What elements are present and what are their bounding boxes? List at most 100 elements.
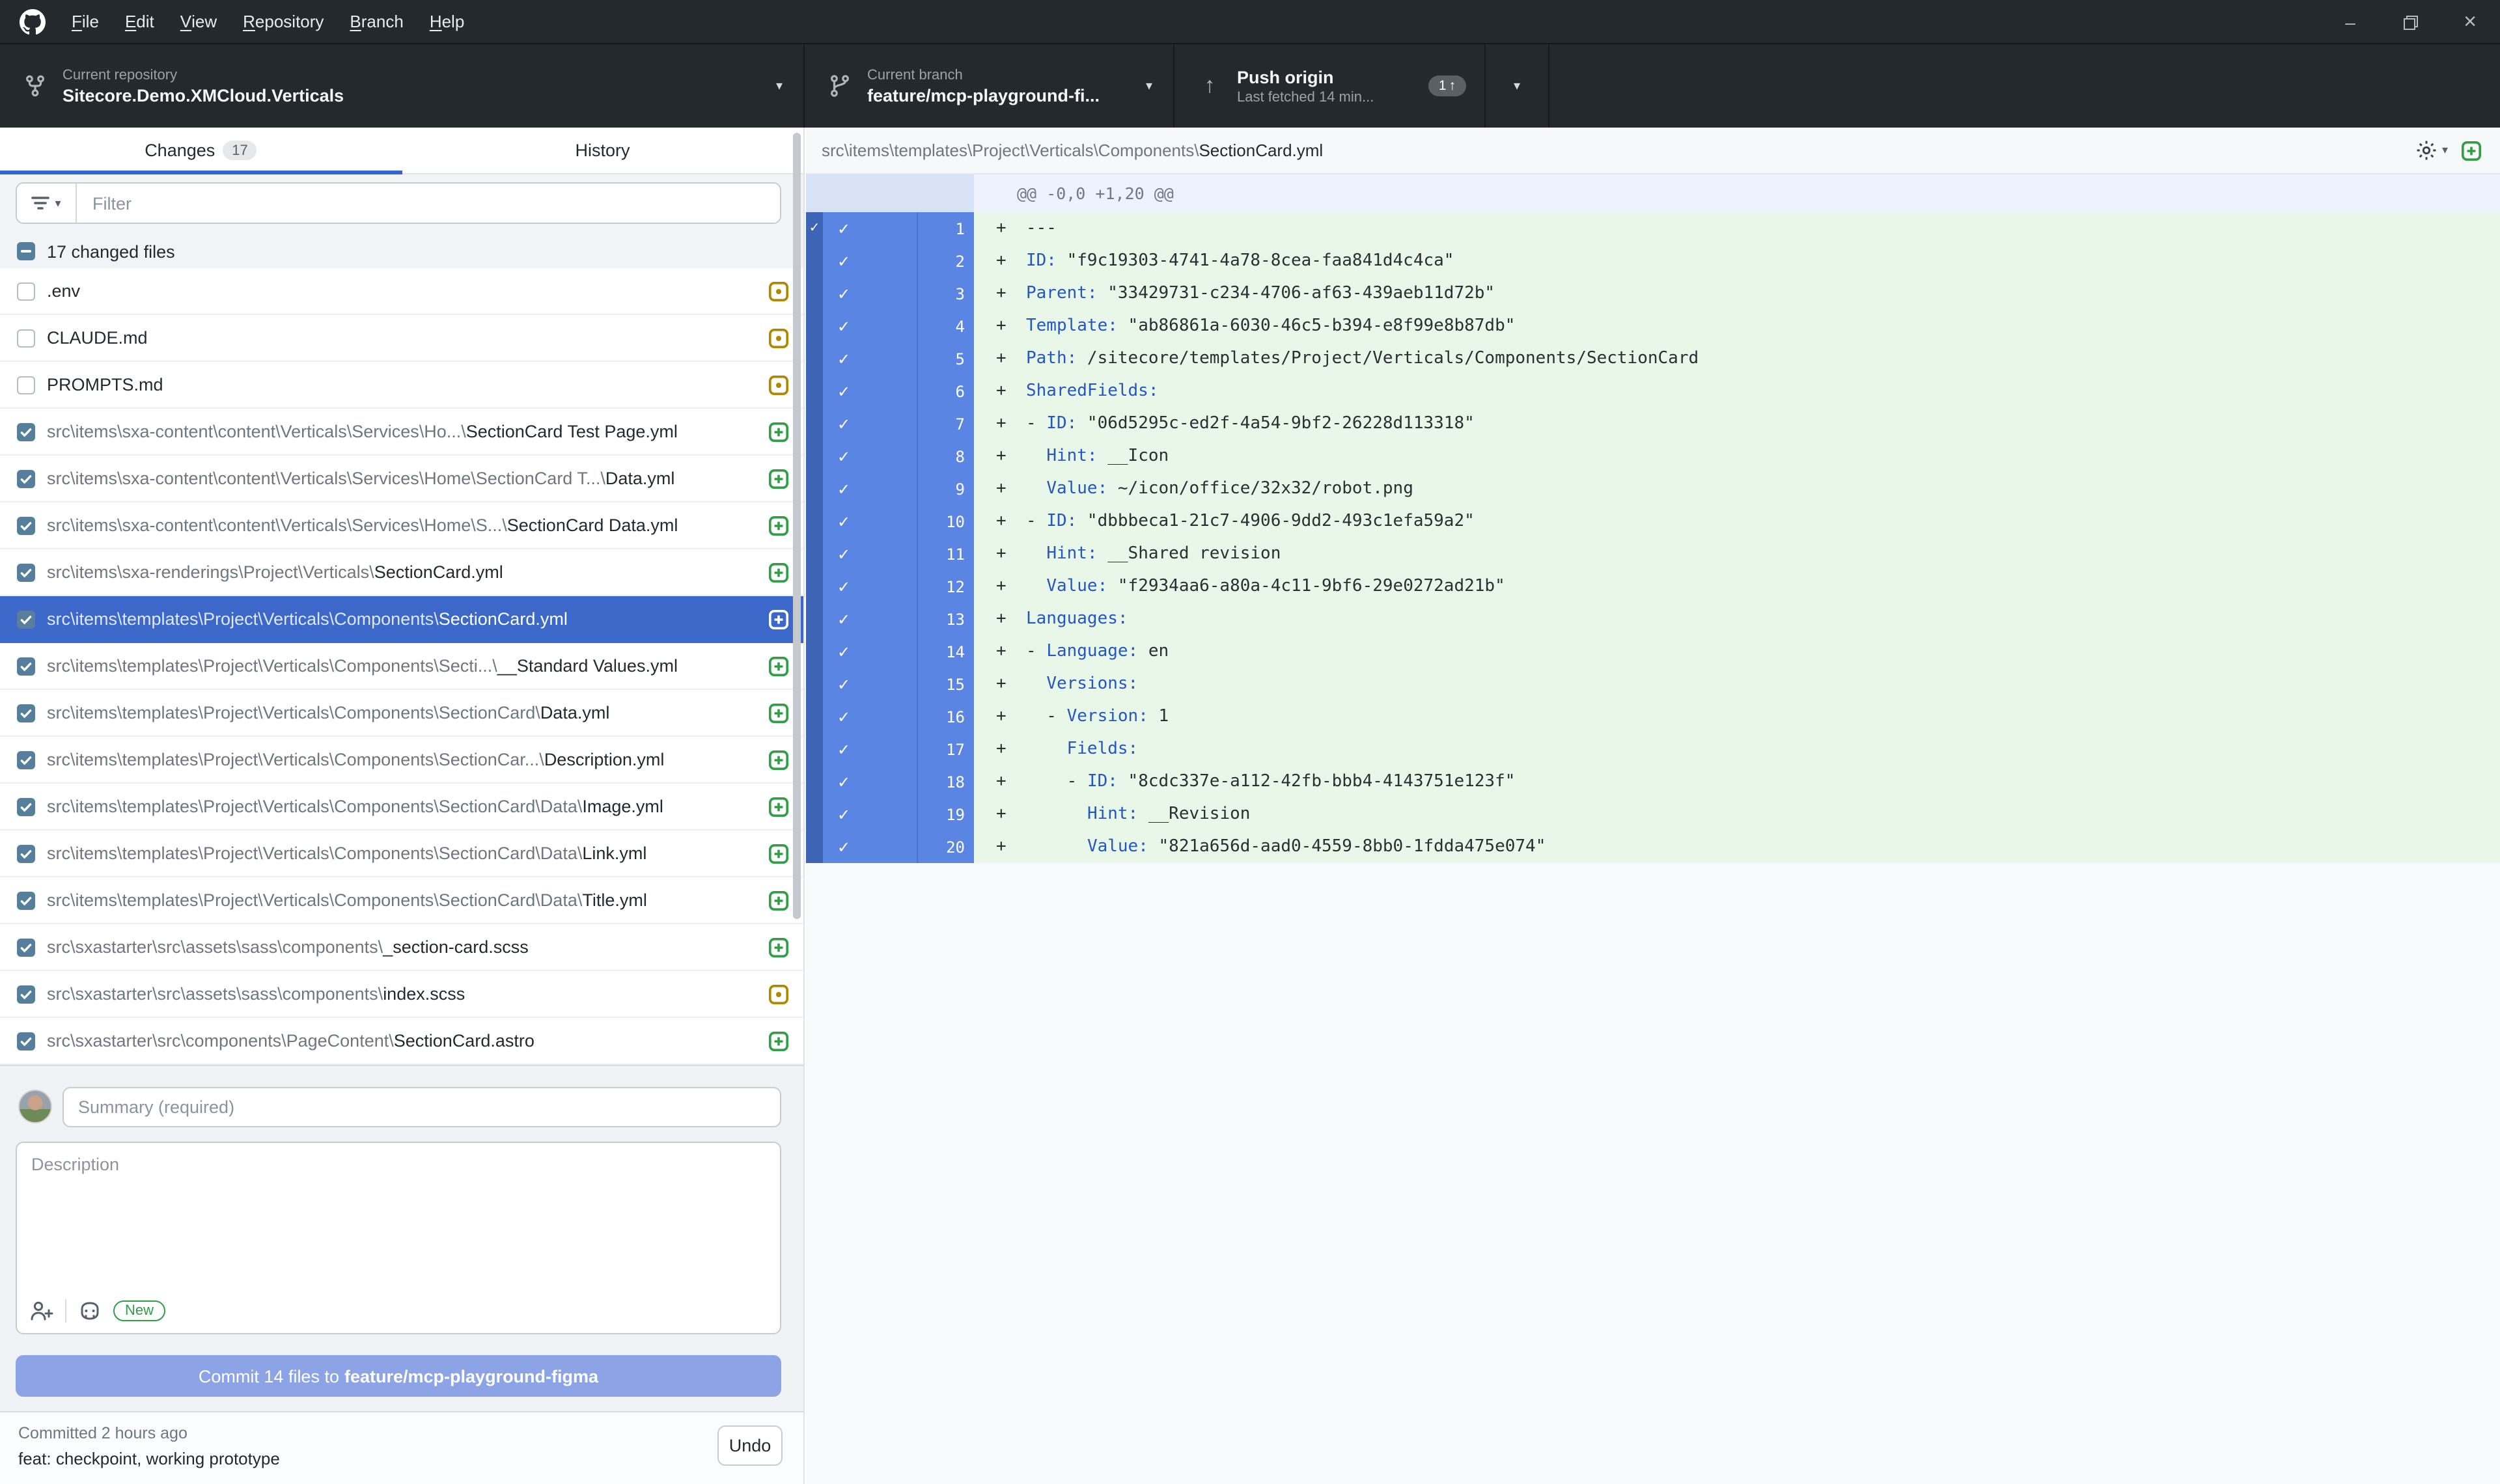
hunk-select-bar[interactable]: [806, 700, 823, 733]
hunk-select-bar[interactable]: [806, 440, 823, 473]
tab-changes[interactable]: Changes 17: [0, 128, 402, 173]
line-checkbox[interactable]: ✓: [823, 505, 917, 538]
file-row[interactable]: .env: [0, 268, 803, 315]
file-checkbox[interactable]: [17, 422, 35, 441]
file-checkbox[interactable]: [17, 1032, 35, 1050]
hunk-select-bar[interactable]: [806, 375, 823, 407]
maximize-button[interactable]: [2380, 0, 2440, 44]
file-row[interactable]: CLAUDE.md: [0, 315, 803, 362]
undo-button[interactable]: Undo: [717, 1425, 783, 1466]
file-row[interactable]: PROMPTS.md: [0, 362, 803, 409]
line-checkbox[interactable]: ✓: [823, 635, 917, 668]
hunk-select-bar[interactable]: [806, 831, 823, 863]
line-checkbox[interactable]: ✓: [823, 668, 917, 700]
hunk-select-bar[interactable]: [806, 668, 823, 700]
filter-input[interactable]: [77, 193, 780, 213]
add-coauthor-icon[interactable]: [30, 1299, 53, 1323]
menu-branch[interactable]: Branch: [337, 0, 416, 44]
hunk-select-bar[interactable]: [806, 407, 823, 440]
file-checkbox[interactable]: [17, 516, 35, 534]
line-checkbox[interactable]: ✓: [823, 310, 917, 342]
file-row[interactable]: src\items\sxa-renderings\Project\Vertica…: [0, 549, 803, 596]
hunk-select-bar[interactable]: [806, 538, 823, 570]
file-checkbox[interactable]: [17, 938, 35, 956]
line-checkbox[interactable]: ✓: [823, 407, 917, 440]
hunk-select-bar[interactable]: [806, 310, 823, 342]
tab-history[interactable]: History: [402, 128, 803, 173]
hunk-select-bar[interactable]: [806, 277, 823, 310]
select-all-checkbox[interactable]: [17, 242, 35, 260]
copilot-icon[interactable]: [78, 1299, 102, 1323]
file-row[interactable]: src\sxastarter\src\assets\sass\component…: [0, 924, 803, 971]
file-checkbox[interactable]: [17, 891, 35, 909]
hunk-select-bar[interactable]: [806, 505, 823, 538]
menu-help[interactable]: Help: [417, 0, 478, 44]
menu-view[interactable]: View: [167, 0, 230, 44]
file-row[interactable]: src\items\sxa-content\content\Verticals\…: [0, 456, 803, 502]
commit-description-input[interactable]: [17, 1143, 780, 1286]
file-row[interactable]: src\items\templates\Project\Verticals\Co…: [0, 877, 803, 924]
file-checkbox[interactable]: [17, 610, 35, 628]
file-checkbox[interactable]: [17, 844, 35, 862]
file-row[interactable]: src\items\templates\Project\Verticals\Co…: [0, 737, 803, 784]
filter-options-button[interactable]: ▾: [17, 184, 77, 223]
commit-summary-input[interactable]: [62, 1087, 781, 1127]
file-row[interactable]: src\items\sxa-content\content\Verticals\…: [0, 409, 803, 456]
file-list-scrollbar[interactable]: [793, 133, 801, 919]
file-checkbox[interactable]: [17, 563, 35, 581]
file-checkbox[interactable]: [17, 376, 35, 394]
file-checkbox[interactable]: [17, 750, 35, 769]
hunk-select-bar[interactable]: [806, 635, 823, 668]
line-checkbox[interactable]: ✓: [823, 570, 917, 603]
line-checkbox[interactable]: ✓: [823, 375, 917, 407]
line-checkbox[interactable]: ✓: [823, 277, 917, 310]
line-checkbox[interactable]: ✓: [823, 245, 917, 277]
menu-edit[interactable]: Edit: [112, 0, 167, 44]
line-checkbox[interactable]: ✓: [823, 473, 917, 505]
file-row[interactable]: src\items\templates\Project\Verticals\Co…: [0, 784, 803, 831]
minimize-button[interactable]: –: [2320, 0, 2380, 44]
hunk-select-bar[interactable]: [806, 342, 823, 375]
hunk-select-bar[interactable]: [806, 245, 823, 277]
file-row[interactable]: src\items\templates\Project\Verticals\Co…: [0, 596, 803, 643]
push-origin-button[interactable]: ↑ Push origin Last fetched 14 min... 1↑: [1174, 44, 1486, 128]
current-branch-button[interactable]: Current branch feature/mcp-playground-fi…: [805, 44, 1174, 128]
diff-options-button[interactable]: ▾: [2416, 139, 2448, 161]
file-row[interactable]: src\items\templates\Project\Verticals\Co…: [0, 831, 803, 877]
hunk-select-bar[interactable]: [806, 473, 823, 505]
line-checkbox[interactable]: ✓: [823, 603, 917, 635]
file-row[interactable]: src\items\templates\Project\Verticals\Co…: [0, 690, 803, 737]
hunk-select-bar[interactable]: [806, 798, 823, 831]
file-checkbox[interactable]: [17, 704, 35, 722]
commit-button[interactable]: Commit 14 files to feature/mcp-playgroun…: [16, 1355, 781, 1397]
close-button[interactable]: ×: [2440, 0, 2500, 44]
line-checkbox[interactable]: ✓: [823, 831, 917, 863]
file-row[interactable]: src\items\templates\Project\Verticals\Co…: [0, 643, 803, 690]
file-checkbox[interactable]: [17, 797, 35, 816]
hunk-select-bar[interactable]: [806, 733, 823, 765]
line-checkbox[interactable]: ✓: [823, 700, 917, 733]
line-checkbox[interactable]: ✓: [823, 733, 917, 765]
line-checkbox[interactable]: ✓: [823, 798, 917, 831]
file-row[interactable]: src\items\sxa-content\content\Verticals\…: [0, 502, 803, 549]
hunk-select-bar[interactable]: ✓: [806, 212, 823, 245]
file-checkbox[interactable]: [17, 657, 35, 675]
push-options-button[interactable]: ▾: [1486, 44, 1549, 128]
file-row[interactable]: src\sxastarter\src\components\PageConten…: [0, 1018, 803, 1065]
file-checkbox[interactable]: [17, 282, 35, 300]
menu-file[interactable]: File: [59, 0, 112, 44]
line-checkbox[interactable]: ✓: [823, 538, 917, 570]
file-row[interactable]: src\sxastarter\src\assets\sass\component…: [0, 971, 803, 1018]
line-checkbox[interactable]: ✓: [823, 440, 917, 473]
line-checkbox[interactable]: ✓: [823, 765, 917, 798]
hunk-select-bar[interactable]: [806, 765, 823, 798]
current-repository-button[interactable]: Current repository Sitecore.Demo.XMCloud…: [0, 44, 805, 128]
hunk-select-bar[interactable]: [806, 570, 823, 603]
file-checkbox[interactable]: [17, 985, 35, 1003]
file-checkbox[interactable]: [17, 469, 35, 488]
menu-repository[interactable]: Repository: [230, 0, 337, 44]
line-checkbox[interactable]: ✓: [823, 212, 917, 245]
line-checkbox[interactable]: ✓: [823, 342, 917, 375]
file-checkbox[interactable]: [17, 329, 35, 347]
hunk-select-bar[interactable]: [806, 603, 823, 635]
